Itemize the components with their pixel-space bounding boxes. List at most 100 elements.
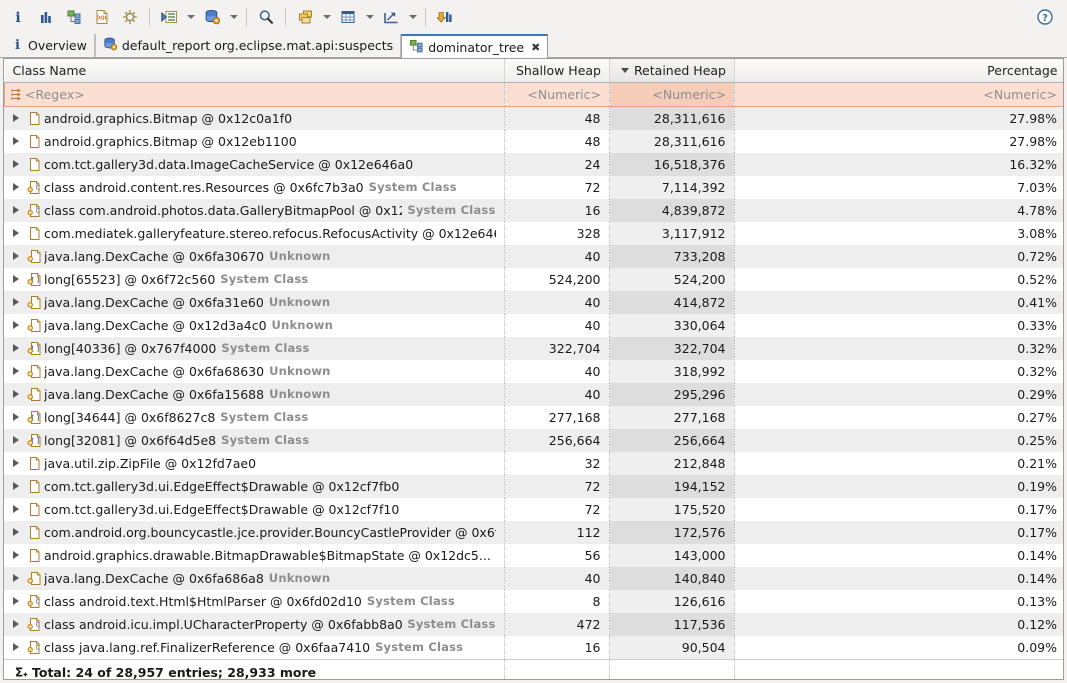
query-browser-icon[interactable] (198, 3, 226, 31)
histogram-icon[interactable] (32, 3, 60, 31)
cell-class-name[interactable]: android.graphics.drawable.BitmapDrawable… (4, 544, 504, 567)
expand-arrow-icon[interactable] (8, 344, 24, 352)
expand-arrow-icon[interactable] (8, 160, 24, 168)
expand-arrow-icon[interactable] (8, 620, 24, 628)
tab-dominator-tree[interactable]: dominator_tree ✖ (401, 34, 548, 58)
table-row[interactable]: long[40336] @ 0x767f4000System Class322,… (4, 337, 1064, 360)
expand-arrow-icon[interactable] (8, 321, 24, 329)
cell-class-name[interactable]: java.lang.DexCache @ 0x6fa68630Unknown (4, 360, 504, 383)
cell-class-name[interactable]: com.mediatek.galleryfeature.stereo.refoc… (4, 222, 504, 245)
run-expert-system-test-dropdown[interactable] (183, 4, 198, 30)
table-row[interactable]: com.mediatek.galleryfeature.stereo.refoc… (4, 222, 1064, 245)
dominator-tree-icon[interactable] (60, 3, 88, 31)
column-header-retained-heap[interactable]: Retained Heap (610, 59, 735, 82)
table-row[interactable]: long[32081] @ 0x6f64d5e8System Class256,… (4, 429, 1064, 452)
cell-class-name[interactable]: Cclass com.android.photos.data.GalleryBi… (4, 199, 504, 222)
expand-arrow-icon[interactable] (8, 436, 24, 444)
column-header-shallow-heap[interactable]: Shallow Heap (505, 59, 610, 82)
cell-class-name[interactable]: Cclass android.icu.impl.UCharacterProper… (4, 613, 504, 636)
calculate-retained-size-icon[interactable] (334, 3, 362, 31)
expand-arrow-icon[interactable] (8, 505, 24, 513)
table-row[interactable]: Cclass com.android.photos.data.GalleryBi… (4, 199, 1064, 222)
cell-class-name[interactable]: Cclass java.lang.ref.FinalizerReference … (4, 636, 504, 659)
expand-arrow-icon[interactable] (8, 367, 24, 375)
table-row[interactable]: com.tct.gallery3d.data.ImageCacheService… (4, 153, 1064, 176)
cell-class-name[interactable]: long[65523] @ 0x6f72c560System Class (4, 268, 504, 291)
table-row[interactable]: Cclass android.icu.impl.UCharacterProper… (4, 613, 1064, 636)
cell-class-name[interactable]: long[32081] @ 0x6f64d5e8System Class (4, 429, 504, 452)
table-row[interactable]: com.tct.gallery3d.ui.EdgeEffect$Drawable… (4, 498, 1064, 521)
expand-arrow-icon[interactable] (8, 551, 24, 559)
export-dropdown[interactable] (405, 4, 420, 30)
cell-class-name[interactable]: com.tct.gallery3d.data.ImageCacheService… (4, 153, 504, 176)
cell-class-name[interactable]: java.lang.DexCache @ 0x6fa31e60Unknown (4, 291, 504, 314)
cell-class-name[interactable]: android.graphics.Bitmap @ 0x12eb1100 (4, 130, 504, 153)
cell-class-name[interactable]: com.tct.gallery3d.ui.EdgeEffect$Drawable… (4, 498, 504, 521)
table-row[interactable]: java.lang.DexCache @ 0x6fa31e60Unknown40… (4, 291, 1064, 314)
query-browser-dropdown[interactable] (226, 4, 241, 30)
table-row[interactable]: Cclass android.text.Html$HtmlParser @ 0x… (4, 590, 1064, 613)
filter-retained-heap[interactable]: <Numeric> (610, 82, 735, 106)
expand-arrow-icon[interactable] (8, 597, 24, 605)
cell-class-name[interactable]: long[34644] @ 0x6f8627c8System Class (4, 406, 504, 429)
table-row[interactable]: Cclass java.lang.ref.FinalizerReference … (4, 636, 1064, 659)
table-row[interactable]: java.lang.DexCache @ 0x6fa686a8Unknown40… (4, 567, 1064, 590)
expand-arrow-icon[interactable] (8, 137, 24, 145)
cell-class-name[interactable]: java.lang.DexCache @ 0x6fa30670Unknown (4, 245, 504, 268)
table-row[interactable]: android.graphics.drawable.BitmapDrawable… (4, 544, 1064, 567)
cell-class-name[interactable]: java.lang.DexCache @ 0x6fa686a8Unknown (4, 567, 504, 590)
cell-class-name[interactable]: Cclass android.text.Html$HtmlParser @ 0x… (4, 590, 504, 613)
expand-arrow-icon[interactable] (8, 459, 24, 467)
export-icon[interactable] (377, 3, 405, 31)
filter-shallow-heap[interactable]: <Numeric> (505, 82, 610, 106)
help-icon[interactable]: ? (1031, 3, 1059, 31)
cell-class-name[interactable]: java.lang.DexCache @ 0x6fa15688Unknown (4, 383, 504, 406)
expand-arrow-icon[interactable] (8, 206, 24, 214)
expand-arrow-icon[interactable] (8, 275, 24, 283)
column-header-class-name[interactable]: Class Name (5, 59, 505, 82)
expand-arrow-icon[interactable] (8, 252, 24, 260)
table-row[interactable]: com.tct.gallery3d.ui.EdgeEffect$Drawable… (4, 475, 1064, 498)
run-expert-system-test-icon[interactable] (155, 3, 183, 31)
table-row[interactable]: com.android.org.bouncycastle.jce.provide… (4, 521, 1064, 544)
tab-default-report-suspects[interactable]: default_report org.eclipse.mat.api:suspe… (95, 34, 401, 57)
cell-class-name[interactable]: long[40336] @ 0x767f4000System Class (4, 337, 504, 360)
cell-class-name[interactable]: java.util.zip.ZipFile @ 0x12fd7ae0 (4, 452, 504, 475)
compare-snapshot-icon[interactable] (431, 3, 459, 31)
expand-arrow-icon[interactable] (8, 183, 24, 191)
close-icon[interactable]: ✖ (531, 41, 540, 54)
expand-arrow-icon[interactable] (8, 643, 24, 651)
expand-arrow-icon[interactable] (8, 114, 24, 122)
group-by-dropdown[interactable] (319, 4, 334, 30)
table-row[interactable]: Cclass android.content.res.Resources @ 0… (4, 176, 1064, 199)
table-row[interactable]: java.lang.DexCache @ 0x6fa30670Unknown40… (4, 245, 1064, 268)
expand-arrow-icon[interactable] (8, 574, 24, 582)
cell-class-name[interactable]: android.graphics.Bitmap @ 0x12c0a1f0 (4, 107, 504, 130)
filter-percentage[interactable]: <Numeric> (735, 82, 1065, 106)
group-by-icon[interactable] (291, 3, 319, 31)
filter-class-name[interactable]: <Regex> (5, 82, 505, 106)
expand-arrow-icon[interactable] (8, 229, 24, 237)
expand-arrow-icon[interactable] (8, 528, 24, 536)
oql-icon[interactable]: OQL (88, 3, 116, 31)
tab-overview[interactable]: i Overview (4, 34, 95, 57)
column-header-percentage[interactable]: Percentage (735, 59, 1065, 82)
cell-class-name[interactable]: java.lang.DexCache @ 0x12d3a4c0Unknown (4, 314, 504, 337)
settings-gear-icon[interactable] (116, 3, 144, 31)
expand-arrow-icon[interactable] (8, 298, 24, 306)
table-row[interactable]: long[34644] @ 0x6f8627c8System Class277,… (4, 406, 1064, 429)
table-row[interactable]: java.util.zip.ZipFile @ 0x12fd7ae032212,… (4, 452, 1064, 475)
calculate-retained-size-dropdown[interactable] (362, 4, 377, 30)
table-row[interactable]: java.lang.DexCache @ 0x6fa68630Unknown40… (4, 360, 1064, 383)
table-row[interactable]: java.lang.DexCache @ 0x6fa15688Unknown40… (4, 383, 1064, 406)
table-row[interactable]: java.lang.DexCache @ 0x12d3a4c0Unknown40… (4, 314, 1064, 337)
expand-arrow-icon[interactable] (8, 413, 24, 421)
expand-arrow-icon[interactable] (8, 482, 24, 490)
info-icon[interactable]: i (4, 3, 32, 31)
cell-class-name[interactable]: com.tct.gallery3d.ui.EdgeEffect$Drawable… (4, 475, 504, 498)
table-row[interactable]: android.graphics.Bitmap @ 0x12c0a1f04828… (4, 107, 1064, 130)
expand-arrow-icon[interactable] (8, 390, 24, 398)
cell-class-name[interactable]: Cclass android.content.res.Resources @ 0… (4, 176, 504, 199)
table-row[interactable]: android.graphics.Bitmap @ 0x12eb11004828… (4, 130, 1064, 153)
cell-class-name[interactable]: com.android.org.bouncycastle.jce.provide… (4, 521, 504, 544)
